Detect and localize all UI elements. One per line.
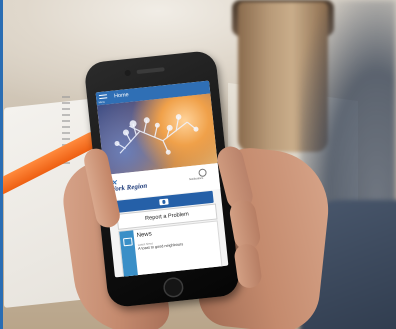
news-title: News xyxy=(136,231,153,239)
hero-image-frost xyxy=(96,93,218,176)
frame-edge xyxy=(0,0,3,329)
photo-scene: Menu Home ✕ York Region Notifications Re… xyxy=(0,0,396,329)
phone-screen: Menu Home ✕ York Region Notifications Re… xyxy=(95,80,229,278)
home-button[interactable] xyxy=(162,276,185,299)
news-icon xyxy=(119,230,139,278)
front-camera xyxy=(124,69,132,77)
camera-icon xyxy=(159,198,169,206)
news-card[interactable]: News Latest News A toast to good neighbo… xyxy=(118,220,223,278)
earpiece-speaker xyxy=(136,67,165,75)
notifications-label: Notifications xyxy=(189,176,204,182)
frosted-leaves-image xyxy=(114,114,199,155)
